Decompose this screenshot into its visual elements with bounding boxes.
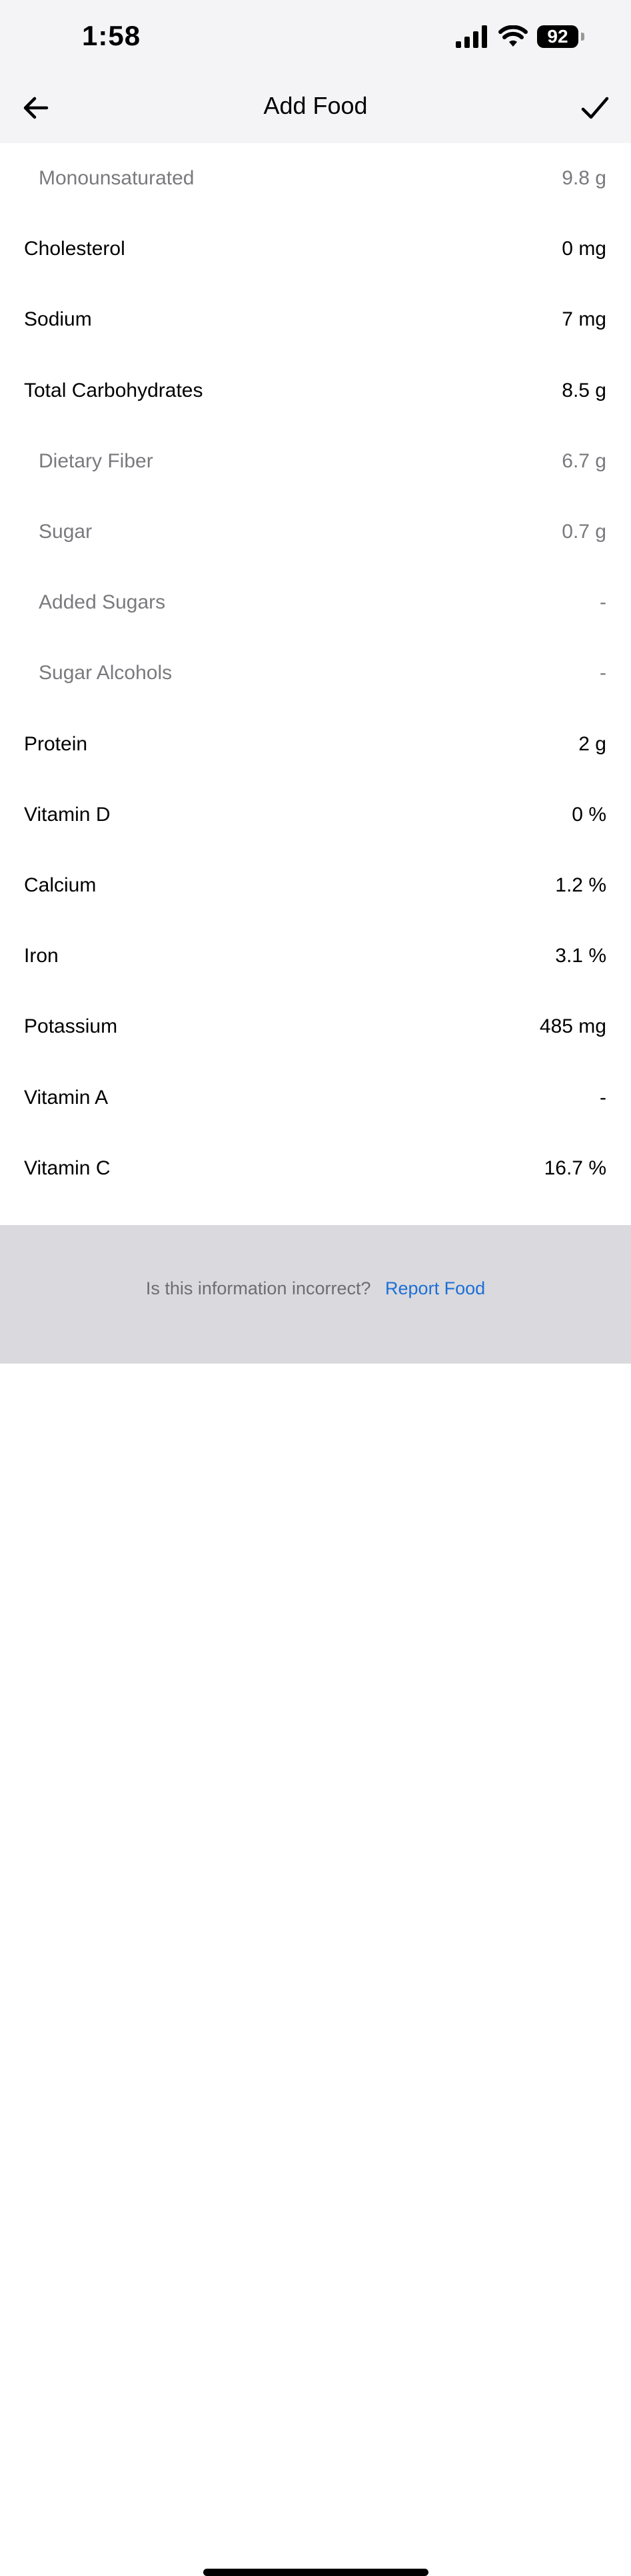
footer-question: Is this information incorrect? — [145, 1278, 371, 1298]
nutrient-label: Protein — [24, 732, 88, 755]
battery-cap — [581, 33, 584, 41]
report-food-link[interactable]: Report Food — [385, 1278, 485, 1298]
nutrient-value: 485 mg — [539, 1015, 606, 1038]
nutrient-row: Dietary Fiber 6.7 g — [0, 426, 631, 497]
status-bar: 1:58 92 — [0, 0, 631, 72]
nutrient-label: Vitamin A — [24, 1086, 109, 1109]
nutrient-row: Sugar Alcohols - — [0, 638, 631, 708]
nutrient-row: Added Sugars - — [0, 567, 631, 638]
nutrient-label: Iron — [24, 945, 59, 967]
nutrient-row: Total Carbohydrates 8.5 g — [0, 356, 631, 426]
nutrient-label: Total Carbohydrates — [24, 379, 203, 401]
nutrient-value: 6.7 g — [562, 449, 606, 472]
nutrient-label: Sodium — [24, 308, 92, 331]
nutrient-label: Cholesterol — [24, 238, 125, 260]
nutrient-label: Vitamin D — [24, 803, 111, 826]
nutrient-label: Sugar Alcohols — [39, 662, 173, 684]
nutrient-row: Cholesterol 0 mg — [0, 214, 631, 284]
nutrient-label: Added Sugars — [39, 591, 166, 614]
home-indicator[interactable] — [203, 2569, 428, 2576]
nutrient-label: Potassium — [24, 1015, 118, 1038]
nutrient-label: Dietary Fiber — [39, 449, 153, 472]
cellular-signal-icon — [456, 25, 487, 48]
nutrient-value: 0.7 g — [562, 521, 606, 543]
nutrient-label: Calcium — [24, 874, 97, 896]
nutrient-value: - — [600, 591, 606, 614]
nutrient-row: Iron 3.1 % — [0, 921, 631, 991]
footer: Is this information incorrect? Report Fo… — [0, 1225, 631, 2576]
nutrient-value: 9.8 g — [562, 167, 606, 190]
nutrient-row: Vitamin A - — [0, 1062, 631, 1133]
nutrient-row: Sugar 0.7 g — [0, 497, 631, 567]
nutrient-row: Sodium 7 mg — [0, 284, 631, 355]
nutrient-row: Potassium 485 mg — [0, 991, 631, 1062]
nutrient-label: Vitamin C — [24, 1157, 111, 1179]
nav-bar: Add Food — [0, 72, 631, 143]
nutrient-value: 3.1 % — [555, 945, 606, 967]
wifi-icon — [498, 25, 528, 47]
nutrient-value: 2 g — [578, 732, 606, 755]
page-title: Add Food — [263, 92, 368, 119]
nutrient-value: 8.5 g — [562, 379, 606, 401]
checkmark-icon[interactable] — [579, 92, 611, 124]
nutrient-label: Sugar — [39, 521, 93, 543]
nutrient-label: Monounsaturated — [39, 167, 195, 190]
nutrient-row: Calcium 1.2 % — [0, 850, 631, 921]
nutrient-row: Monounsaturated 9.8 g — [0, 143, 631, 214]
nutrient-value: 0 % — [572, 803, 606, 826]
nutrient-value: 16.7 % — [544, 1157, 606, 1179]
status-icons: 92 — [456, 25, 584, 48]
nutrient-value: 1.2 % — [555, 874, 606, 896]
battery-icon: 92 — [537, 25, 578, 48]
status-time: 1:58 — [82, 20, 141, 51]
nutrient-row: Vitamin C 16.7 % — [0, 1133, 631, 1204]
footer-text: Is this information incorrect? Report Fo… — [0, 1278, 631, 1299]
battery-level: 92 — [547, 26, 568, 47]
nutrient-value: 7 mg — [562, 308, 606, 331]
nutrient-value: - — [600, 662, 606, 684]
nutrient-row: Protein 2 g — [0, 709, 631, 780]
nutrient-value: 0 mg — [562, 238, 606, 260]
nutrient-value: - — [600, 1086, 606, 1109]
nutrient-row: Vitamin D 0 % — [0, 780, 631, 850]
nutrient-list: Monounsaturated 9.8 g Cholesterol 0 mg Sodiu… — [0, 143, 631, 1204]
